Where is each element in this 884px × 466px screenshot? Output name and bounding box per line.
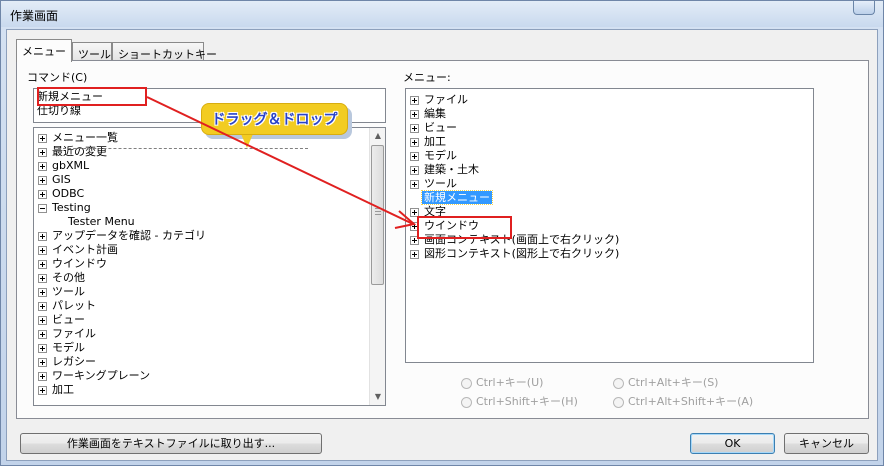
dialog-window: 作業画面 メニュー ツール ショートカットキー コマンド(C) 新規メニュー 仕…	[0, 0, 884, 466]
export-to-text-button[interactable]: 作業画面をテキストファイルに取り出す...	[20, 433, 322, 454]
menu-tab-panel: コマンド(C) 新規メニュー 仕切り線 ▲ ▼ メニュー一覧 最近の変更 gbXML…	[16, 60, 869, 419]
window-title: 作業画面	[10, 9, 59, 23]
title-bar[interactable]: 作業画面	[1, 1, 883, 27]
close-button[interactable]	[853, 1, 875, 15]
tab-tools[interactable]: ツール	[72, 42, 112, 61]
drag-arrow-icon	[146, 96, 417, 229]
cancel-button[interactable]: キャンセル	[784, 433, 869, 454]
tab-menu[interactable]: メニュー	[16, 39, 72, 62]
dialog-client: メニュー ツール ショートカットキー コマンド(C) 新規メニュー 仕切り線 ▲	[6, 29, 878, 461]
tab-shortcut-keys[interactable]: ショートカットキー	[112, 42, 217, 61]
ok-button[interactable]: OK	[690, 433, 775, 454]
